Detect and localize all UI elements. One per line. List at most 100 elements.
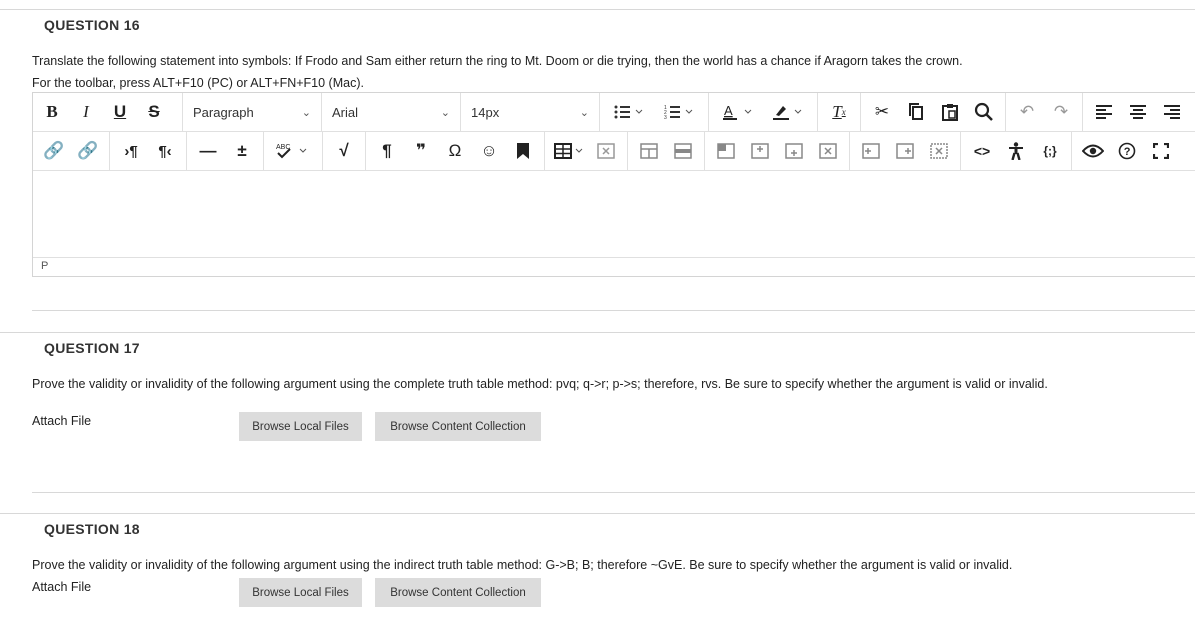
attach-file-label: Attach File <box>32 580 92 594</box>
font-size-value: 14px <box>471 104 500 120</box>
answer-divider <box>32 310 1195 311</box>
chevron-down-icon: ⌄ <box>579 106 589 119</box>
editor-statusbar: P <box>33 257 1195 276</box>
pilcrow-icon[interactable]: ¶ <box>370 132 404 170</box>
question-divider <box>0 332 1195 333</box>
browse-local-files-button[interactable]: Browse Local Files <box>239 578 362 607</box>
direction-group: ›¶ ¶‹ <box>110 132 187 170</box>
table-row-props-icon[interactable] <box>632 132 666 170</box>
table-col-group <box>850 132 961 170</box>
code-icon[interactable]: <> <box>965 132 999 170</box>
browse-content-collection-button[interactable]: Browse Content Collection <box>375 412 541 441</box>
browse-content-collection-button[interactable]: Browse Content Collection <box>375 578 541 607</box>
clear-format-group: Tx <box>818 93 861 131</box>
paste-icon[interactable] <box>933 93 967 131</box>
undo-icon[interactable]: ↶ <box>1010 93 1044 131</box>
bold-icon[interactable]: B <box>35 93 69 131</box>
math-icon[interactable]: √ <box>327 132 361 170</box>
table-delete-col-icon[interactable] <box>922 132 956 170</box>
browse-local-files-button[interactable]: Browse Local Files <box>239 412 362 441</box>
copy-icon[interactable] <box>899 93 933 131</box>
editor-content-area[interactable] <box>33 171 1195 257</box>
table-cell-group <box>705 132 850 170</box>
chevron-down-icon: ⌄ <box>440 106 450 119</box>
svg-text:A: A <box>724 103 733 118</box>
horizontal-rule-icon[interactable]: — <box>191 132 225 170</box>
bullet-list-icon[interactable] <box>604 93 654 131</box>
color-group: A <box>709 93 818 131</box>
svg-text:?: ? <box>1124 146 1131 158</box>
toolbar-hint: For the toolbar, press ALT+F10 (PC) or A… <box>32 76 364 90</box>
table-delete-row-icon[interactable] <box>811 132 845 170</box>
insert-group: — ± <box>187 132 264 170</box>
toolbar-row-1: B I U S Paragraph ⌄ Arial ⌄ 14px ⌄ 123 A… <box>33 93 1195 132</box>
chevron-down-icon: ⌄ <box>301 106 311 119</box>
quote-icon[interactable]: ❞ <box>404 132 438 170</box>
redo-icon[interactable]: ↷ <box>1044 93 1078 131</box>
align-center-icon[interactable] <box>1121 93 1155 131</box>
font-family-value: Arial <box>332 104 359 120</box>
clear-format-icon[interactable]: Tx <box>822 93 856 131</box>
emoji-icon[interactable]: ☺ <box>472 132 506 170</box>
table-group <box>545 132 628 170</box>
omega-icon[interactable]: Ω <box>438 132 472 170</box>
table-insert-row-after-icon[interactable] <box>777 132 811 170</box>
spellcheck-icon[interactable]: ABC <box>268 132 318 170</box>
misc-group: <> {;} <box>961 132 1072 170</box>
rich-text-editor: B I U S Paragraph ⌄ Arial ⌄ 14px ⌄ 123 A… <box>32 92 1195 277</box>
question-16-text: Translate the following statement into s… <box>32 54 963 68</box>
block-format-select[interactable]: Paragraph ⌄ <box>183 93 322 131</box>
question-17-text: Prove the validity or invalidity of the … <box>32 377 1048 391</box>
table-row-delete-icon[interactable] <box>666 132 700 170</box>
rtl-icon[interactable]: ¶‹ <box>148 132 182 170</box>
table-cell-props-icon[interactable] <box>709 132 743 170</box>
font-size-select[interactable]: 14px ⌄ <box>461 93 600 131</box>
text-color-icon[interactable]: A <box>713 93 763 131</box>
help-icon[interactable]: ? <box>1110 132 1144 170</box>
search-icon[interactable] <box>967 93 1001 131</box>
accessibility-icon[interactable] <box>999 132 1033 170</box>
cut-icon[interactable]: ✂ <box>865 93 899 131</box>
unlink-icon[interactable]: 🔗 <box>71 132 105 170</box>
question-18-text: Prove the validity or invalidity of the … <box>32 558 1013 572</box>
history-group: ↶ ↷ <box>1006 93 1083 131</box>
attach-file-label: Attach File <box>32 414 92 428</box>
spellcheck-group: ABC <box>264 132 323 170</box>
table-insert-col-after-icon[interactable] <box>888 132 922 170</box>
table-delete-icon[interactable] <box>589 132 623 170</box>
bookmark-icon[interactable] <box>506 132 540 170</box>
preview-icon[interactable] <box>1076 132 1110 170</box>
fullscreen-icon[interactable] <box>1144 132 1178 170</box>
table-row-group <box>628 132 705 170</box>
table-insert-col-before-icon[interactable] <box>854 132 888 170</box>
italic-icon[interactable]: I <box>69 93 103 131</box>
format-group: B I U S <box>33 93 183 131</box>
answer-divider <box>32 492 1195 493</box>
link-group: 🔗 🔗 <box>33 132 110 170</box>
numbered-list-icon[interactable]: 123 <box>654 93 704 131</box>
view-group: ? <box>1072 132 1182 170</box>
top-divider <box>0 9 1195 10</box>
strikethrough-icon[interactable]: S <box>137 93 171 131</box>
font-family-select[interactable]: Arial ⌄ <box>322 93 461 131</box>
underline-icon[interactable]: U <box>103 93 137 131</box>
link-icon[interactable]: 🔗 <box>37 132 71 170</box>
align-group <box>1083 93 1193 131</box>
source-icon[interactable]: {;} <box>1033 132 1067 170</box>
block-format-value: Paragraph <box>193 104 254 120</box>
insert-icon[interactable]: ± <box>225 132 259 170</box>
table-icon[interactable] <box>549 132 589 170</box>
align-right-icon[interactable] <box>1155 93 1189 131</box>
math-group: √ <box>323 132 366 170</box>
clipboard-group: ✂ <box>861 93 1006 131</box>
highlight-icon[interactable] <box>763 93 813 131</box>
special-group: ¶ ❞ Ω ☺ <box>366 132 545 170</box>
question-17-title: QUESTION 17 <box>44 340 140 356</box>
table-insert-row-before-icon[interactable] <box>743 132 777 170</box>
question-18-title: QUESTION 18 <box>44 521 140 537</box>
toolbar-row-2: 🔗 🔗 ›¶ ¶‹ — ± ABC √ ¶ ❞ Ω ☺ <> {;} ? <box>33 132 1195 171</box>
element-path[interactable]: P <box>41 260 48 272</box>
align-left-icon[interactable] <box>1087 93 1121 131</box>
ltr-icon[interactable]: ›¶ <box>114 132 148 170</box>
list-group: 123 <box>600 93 709 131</box>
